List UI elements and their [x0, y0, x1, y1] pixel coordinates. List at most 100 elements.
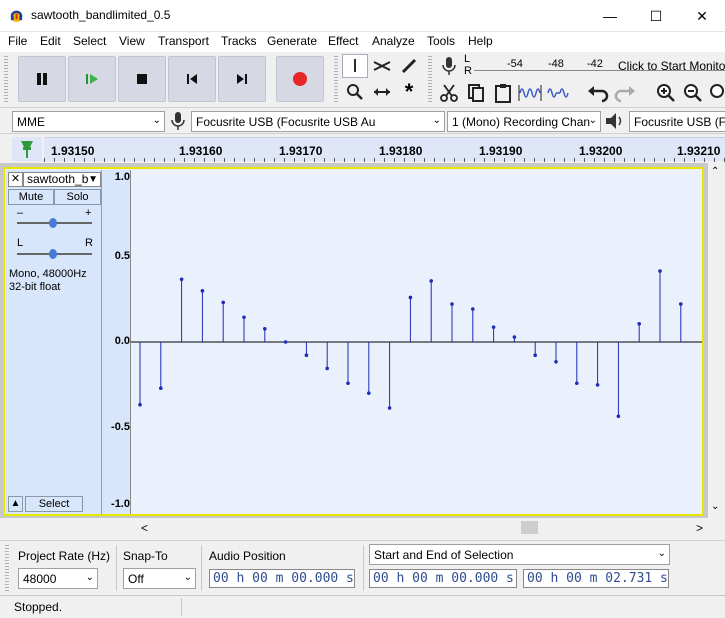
menu-effect[interactable]: Effect [328, 34, 358, 48]
sample-point[interactable] [533, 353, 537, 357]
recording-device-select[interactable]: Focusrite USB (Focusrite USB Au ⌄ [191, 111, 445, 132]
divider [181, 598, 182, 616]
minimize-button[interactable]: — [587, 0, 633, 32]
menu-tracks[interactable]: Tracks [221, 34, 257, 48]
sample-point[interactable] [179, 277, 184, 282]
project-rate-select[interactable]: 48000 ⌄ [18, 568, 98, 589]
close-track-button[interactable]: ✕ [8, 172, 23, 187]
menu-transport[interactable]: Transport [158, 34, 209, 48]
sample-point[interactable] [138, 402, 142, 407]
vertical-scrollbar[interactable]: ⌃ ⌄ [708, 163, 725, 518]
envelope-tool-button[interactable] [369, 54, 395, 78]
track-menu-button[interactable]: sawtooth_b ▼ [23, 172, 101, 187]
cut-button[interactable] [436, 81, 462, 105]
menu-file[interactable]: File [8, 34, 27, 48]
sample-point[interactable] [595, 383, 600, 387]
pan-slider-handle[interactable] [49, 249, 57, 259]
copy-button[interactable] [463, 81, 489, 105]
multi-tool-button[interactable]: * [396, 79, 422, 104]
paste-button[interactable] [490, 81, 516, 105]
zoom-out-button[interactable] [680, 81, 706, 105]
amplitude-label: -0.5 [111, 421, 130, 433]
toolbar-grip[interactable] [428, 56, 432, 104]
menu-tools[interactable]: Tools [427, 34, 455, 48]
sample-point[interactable] [221, 300, 225, 305]
redo-button[interactable] [612, 81, 638, 105]
sample-point[interactable] [616, 414, 621, 419]
toolbar-grip[interactable] [5, 545, 9, 591]
playback-device-select[interactable]: Focusrite USB (Fo [629, 111, 725, 132]
horizontal-scrollbar[interactable]: < > [131, 520, 708, 536]
sample-point[interactable] [658, 269, 662, 273]
start-monitoring-label[interactable]: Click to Start Monitoring [618, 59, 725, 73]
skip-to-end-button[interactable] [218, 56, 266, 102]
sample-point[interactable] [387, 406, 392, 410]
sample-point[interactable] [304, 353, 309, 357]
selection-tool-button[interactable]: I [342, 54, 368, 78]
pin-playhead-button[interactable] [12, 137, 42, 161]
audio-position-field[interactable]: 00 h 00 m 00.000 s [209, 569, 355, 588]
sample-point[interactable] [242, 315, 246, 320]
scroll-down-icon[interactable]: ⌄ [711, 501, 719, 512]
audio-host-select[interactable]: MME ⌄ [12, 111, 165, 132]
selection-mode-select[interactable]: Start and End of Selection ⌄ [369, 544, 670, 565]
menu-edit[interactable]: Edit [40, 34, 61, 48]
sample-point[interactable] [450, 302, 454, 306]
undo-button[interactable] [585, 81, 611, 105]
menu-analyze[interactable]: Analyze [372, 34, 415, 48]
mute-button[interactable]: Mute [8, 189, 54, 205]
skip-to-start-button[interactable] [168, 56, 216, 102]
menu-view[interactable]: View [119, 34, 145, 48]
timeline-ruler[interactable]: 1.93150 1.93160 1.93170 1.93180 1.93190 … [44, 137, 725, 162]
chevron-down-icon: ⌄ [657, 548, 666, 559]
fit-selection-button[interactable] [707, 81, 725, 105]
sample-point[interactable] [471, 307, 475, 311]
stop-button[interactable] [118, 56, 166, 102]
time-shift-tool-button[interactable] [369, 80, 395, 104]
menu-generate[interactable]: Generate [267, 34, 317, 48]
scroll-up-icon[interactable]: ⌃ [711, 166, 719, 177]
record-meter-button[interactable] [436, 54, 462, 78]
select-track-button[interactable]: Select [25, 496, 83, 512]
solo-button[interactable]: Solo [54, 189, 101, 205]
close-window-button[interactable]: ✕ [679, 0, 725, 32]
menu-help[interactable]: Help [468, 34, 493, 48]
draw-tool-button[interactable] [396, 54, 422, 78]
menu-select[interactable]: Select [73, 34, 106, 48]
sample-point[interactable] [283, 340, 288, 344]
horizontal-scroll-thumb[interactable] [521, 521, 538, 534]
gain-slider-handle[interactable] [49, 218, 57, 228]
sample-point[interactable] [637, 322, 641, 326]
sample-point[interactable] [429, 279, 434, 283]
recording-channels-select[interactable]: 1 (Mono) Recording Chan ⌄ [447, 111, 601, 132]
sample-point[interactable] [512, 335, 517, 339]
scroll-right-icon[interactable]: > [696, 521, 703, 535]
play-button[interactable] [68, 56, 116, 102]
pause-button[interactable] [18, 56, 66, 102]
record-button[interactable] [276, 56, 324, 102]
zoom-in-button[interactable] [653, 81, 679, 105]
sample-point[interactable] [200, 289, 205, 293]
sample-point[interactable] [679, 302, 683, 306]
silence-audio-button[interactable] [545, 81, 571, 105]
selection-end-field[interactable]: 00 h 00 m 02.731 s [523, 569, 669, 588]
sample-point[interactable] [346, 381, 350, 386]
waveform-area[interactable] [131, 170, 702, 514]
maximize-button[interactable]: ☐ [633, 0, 679, 32]
sample-point[interactable] [408, 295, 413, 300]
sample-point[interactable] [491, 325, 496, 329]
sample-point[interactable] [263, 327, 267, 331]
toolbar-grip[interactable] [334, 56, 338, 104]
scroll-left-icon[interactable]: < [141, 521, 148, 535]
snap-to-select[interactable]: Off ⌄ [123, 568, 196, 589]
trim-audio-button[interactable] [517, 81, 543, 105]
collapse-track-button[interactable]: ▲ [8, 496, 23, 512]
zoom-tool-button[interactable] [342, 80, 368, 104]
sample-point[interactable] [554, 360, 558, 364]
sample-point[interactable] [367, 391, 371, 395]
selection-start-field[interactable]: 00 h 00 m 00.000 s [369, 569, 517, 588]
toolbar-grip[interactable] [4, 56, 8, 104]
sample-point[interactable] [159, 386, 163, 390]
sample-point[interactable] [325, 366, 329, 371]
sample-point[interactable] [575, 381, 579, 386]
